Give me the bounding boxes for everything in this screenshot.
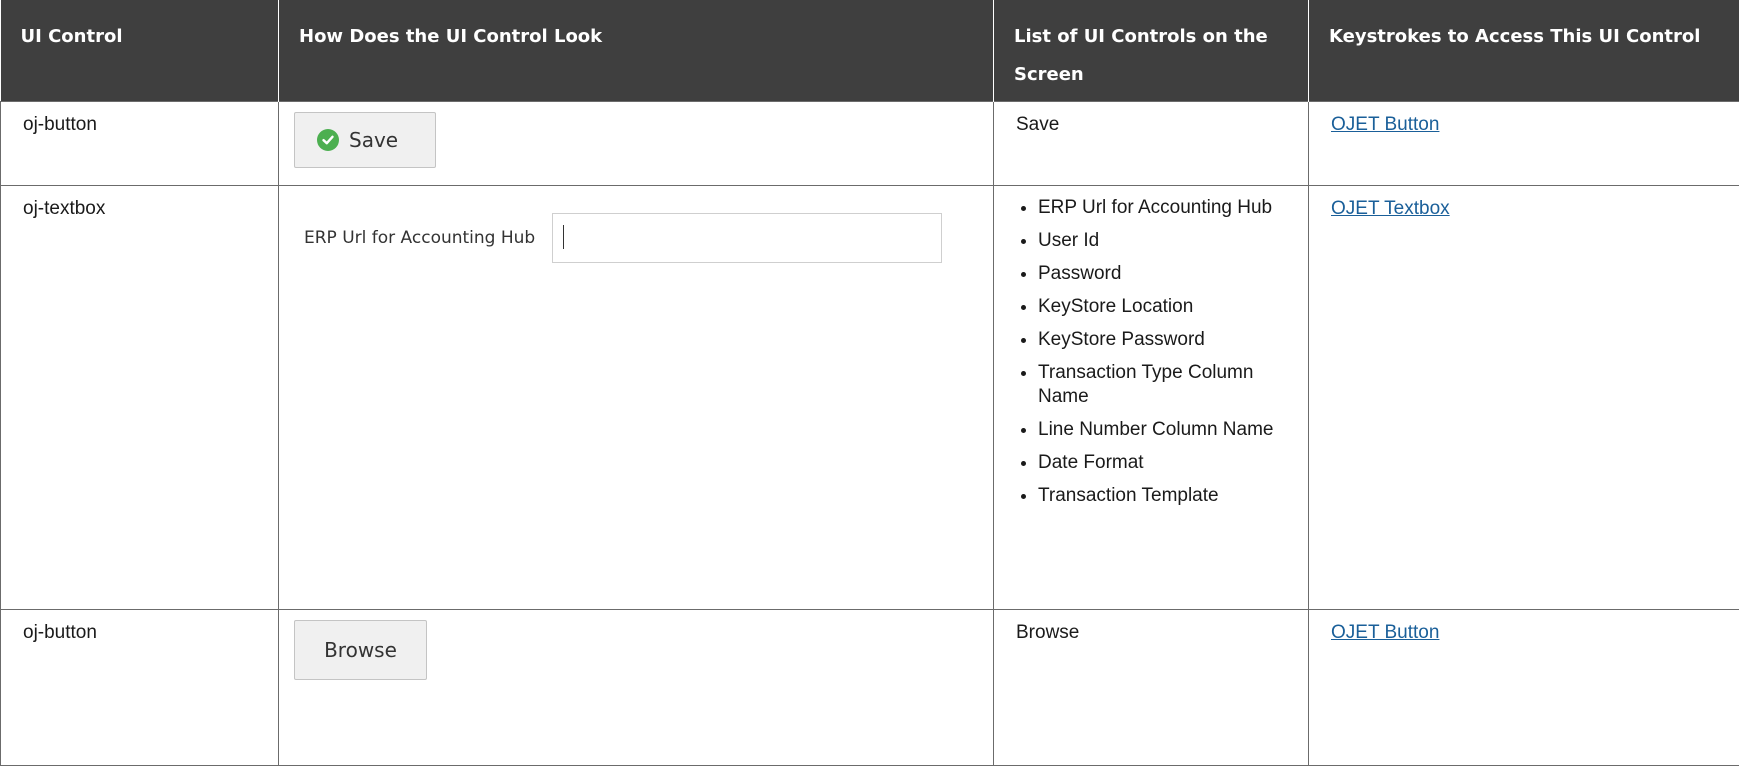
control-name-cell: oj-button [1, 609, 279, 765]
list-cell: ERP Url for Accounting Hub User Id Passw… [994, 185, 1309, 609]
look-cell: Browse [279, 609, 994, 765]
text-caret [563, 225, 564, 249]
look-cell: Save [279, 101, 994, 185]
table-row: oj-button Browse Browse OJET Button [1, 609, 1739, 765]
keystroke-cell: OJET Button [1309, 101, 1739, 185]
list-cell: Browse [994, 609, 1309, 765]
control-name-cell: oj-button [1, 101, 279, 185]
header-ui-control: UI Control [1, 0, 279, 101]
table-row: oj-textbox ERP Url for Accounting Hub ER… [1, 185, 1739, 609]
header-list-controls: List of UI Controls on the Screen [994, 0, 1309, 101]
list-item: User Id [1038, 229, 1288, 253]
table-row: oj-button Save Save OJET Button [1, 101, 1739, 185]
control-name-cell: oj-textbox [1, 185, 279, 609]
look-cell: ERP Url for Accounting Hub [279, 185, 994, 609]
save-button-label: Save [349, 128, 398, 152]
ojet-button-link[interactable]: OJET Button [1331, 622, 1439, 643]
ojet-button-link[interactable]: OJET Button [1331, 114, 1439, 135]
keystroke-cell: OJET Textbox [1309, 185, 1739, 609]
list-item: Password [1038, 262, 1288, 286]
header-keystrokes: Keystrokes to Access This UI Control [1309, 0, 1739, 101]
list-item: KeyStore Password [1038, 328, 1288, 352]
check-circle-icon [317, 129, 339, 151]
erp-url-label: ERP Url for Accounting Hub [304, 228, 535, 248]
textbox-example: ERP Url for Accounting Hub [294, 213, 978, 263]
keystroke-cell: OJET Button [1309, 609, 1739, 765]
header-how-look: How Does the UI Control Look [279, 0, 994, 101]
list-cell: Save [994, 101, 1309, 185]
list-item: KeyStore Location [1038, 295, 1288, 319]
ojet-textbox-link[interactable]: OJET Textbox [1331, 198, 1450, 219]
list-item: Date Format [1038, 451, 1288, 475]
erp-url-input[interactable] [552, 213, 942, 263]
browse-button-label: Browse [324, 638, 397, 662]
save-button[interactable]: Save [294, 112, 436, 168]
header-row: UI Control How Does the UI Control Look … [1, 0, 1739, 101]
list-item: Transaction Template [1038, 484, 1288, 508]
list-item: Transaction Type Column Name [1038, 361, 1288, 409]
controls-list: ERP Url for Accounting Hub User Id Passw… [1016, 196, 1288, 508]
browse-button[interactable]: Browse [294, 620, 427, 680]
list-item: ERP Url for Accounting Hub [1038, 196, 1288, 220]
list-item: Line Number Column Name [1038, 418, 1288, 442]
ui-controls-table: UI Control How Does the UI Control Look … [0, 0, 1739, 766]
